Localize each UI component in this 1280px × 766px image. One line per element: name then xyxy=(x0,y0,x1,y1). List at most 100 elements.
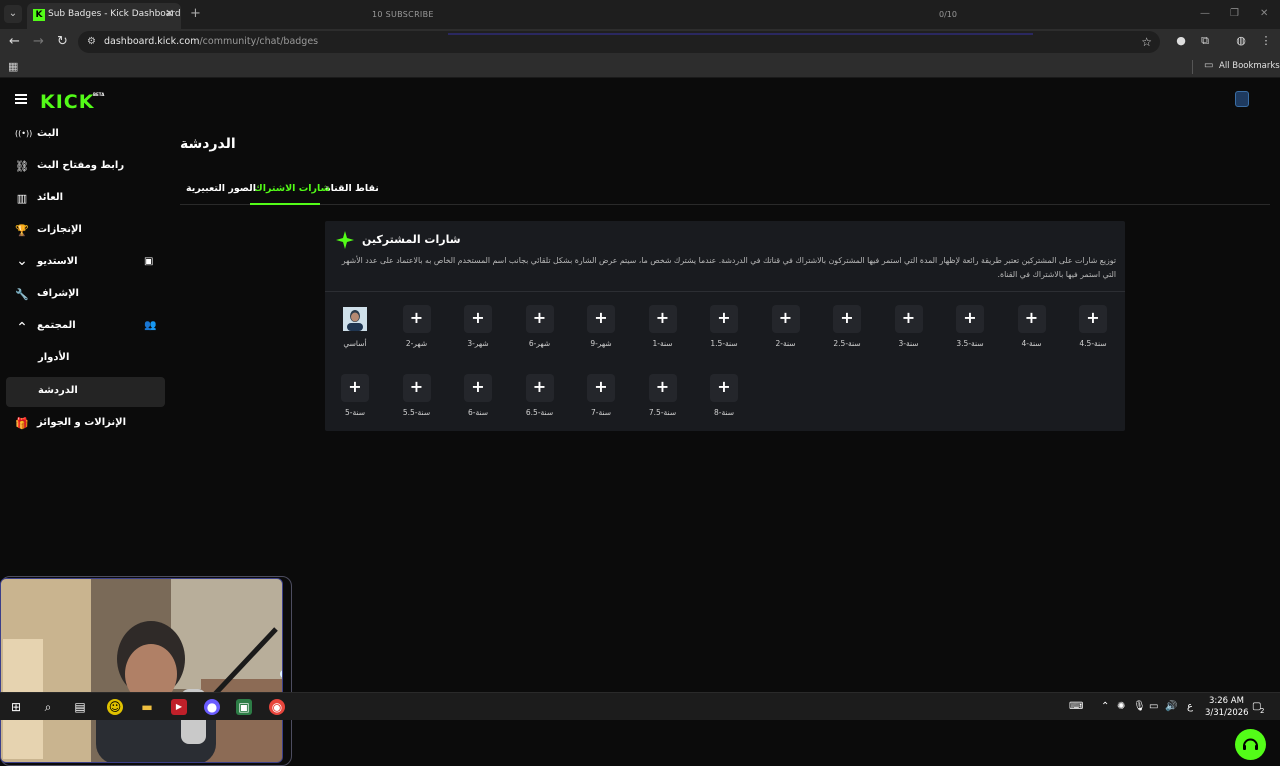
badge-slot[interactable]: +1.5-سنة xyxy=(694,305,754,357)
add-badge-button[interactable]: + xyxy=(1079,305,1107,333)
media-player-icon[interactable]: ▶ xyxy=(171,699,187,715)
chrome-icon[interactable]: ◉ xyxy=(269,699,285,715)
streaming-app-icon[interactable]: ● xyxy=(204,699,220,715)
add-badge-button[interactable]: + xyxy=(894,305,923,333)
reload-icon[interactable]: ↻ xyxy=(57,34,68,49)
tab-channel-points[interactable]: نقاط القناة xyxy=(325,183,379,194)
bookmark-star-icon[interactable]: ☆ xyxy=(1141,35,1152,49)
sidebar-item-chat[interactable]: الدردشة xyxy=(6,377,165,407)
extensions-puzzle-icon[interactable]: ⧉ xyxy=(1198,34,1212,48)
divider xyxy=(325,291,1125,292)
clock-time[interactable]: 3:26 AM xyxy=(1209,696,1244,706)
sidebar-item-revenue[interactable]: ▥ العائد xyxy=(6,184,165,214)
sidebar-item-stream[interactable]: ((•)) البث xyxy=(6,120,165,150)
badge-slot[interactable]: +5.5-سنة xyxy=(387,374,447,426)
keyboard-icon[interactable]: ⌨ xyxy=(1069,701,1083,712)
badge-slot[interactable]: +5-سنة xyxy=(325,374,385,426)
apps-grid-icon[interactable]: ▦ xyxy=(8,60,18,73)
extension-icon[interactable]: ● xyxy=(1174,34,1188,48)
menu-icon[interactable] xyxy=(15,94,27,104)
sidebar-item-stream-key[interactable]: ⛓ رابط ومفتاح البث xyxy=(6,152,165,182)
add-badge-button[interactable]: + xyxy=(587,374,615,402)
browser-tab[interactable]: K Sub Badges - Kick Dashboard ✕ xyxy=(27,3,181,29)
add-badge-button[interactable]: + xyxy=(833,305,861,333)
add-badge-button[interactable]: + xyxy=(1017,305,1046,333)
network-icon[interactable]: ▭ xyxy=(1149,701,1158,712)
add-badge-button[interactable]: + xyxy=(710,305,738,333)
badge-slot[interactable]: +8-سنة xyxy=(694,374,754,426)
all-bookmarks-link[interactable]: All Bookmarks xyxy=(1219,61,1280,71)
volume-icon[interactable]: 🔊 xyxy=(1165,701,1177,712)
badge-slot[interactable]: +6-سنة xyxy=(448,374,508,426)
tab-emotes[interactable]: الصور التعبيرية xyxy=(186,183,256,194)
profile-icon[interactable]: ◍ xyxy=(1234,34,1248,48)
sidebar-item-drops[interactable]: 🎁 الإنزالات و الجوائز xyxy=(6,409,165,439)
badge-slot[interactable]: +7-سنة xyxy=(571,374,631,426)
tab-search-icon[interactable]: ⌄ xyxy=(4,5,22,23)
badge-slot[interactable]: +4.5-سنة xyxy=(1063,305,1123,357)
support-chat-button[interactable] xyxy=(1235,729,1266,760)
badge-label: 9-شهر xyxy=(590,339,612,348)
badge-slot[interactable]: +7.5-سنة xyxy=(633,374,693,426)
site-info-icon[interactable]: ⚙ xyxy=(87,36,96,47)
sidebar-item-moderation[interactable]: 🔧 الإشراف xyxy=(6,280,165,310)
forward-icon[interactable]: → xyxy=(33,34,44,49)
plus-icon: + xyxy=(778,308,793,327)
add-badge-button[interactable]: + xyxy=(525,305,554,333)
sidebar-item-roles[interactable]: الأدوار xyxy=(6,344,165,374)
tab-sub-badges[interactable]: شارات الاشتراك xyxy=(254,183,330,194)
sidebar-item-achievements[interactable]: 🏆 الإنجازات xyxy=(6,216,165,246)
badge-slot[interactable]: أساسي xyxy=(325,305,385,357)
badge-slot[interactable]: +3.5-سنة xyxy=(940,305,1000,357)
file-explorer-icon[interactable]: ▬ xyxy=(139,699,155,715)
badge-slot[interactable]: +6-شهر xyxy=(510,305,570,357)
app-icon[interactable]: ☺ xyxy=(107,699,123,715)
add-badge-button[interactable]: + xyxy=(956,305,984,333)
badge-slot[interactable]: +2-سنة xyxy=(756,305,816,357)
url-input[interactable]: ⚙ dashboard.kick.com/community/chat/badg… xyxy=(78,31,1160,53)
restore-icon[interactable]: ❐ xyxy=(1230,8,1239,19)
minimize-icon[interactable]: — xyxy=(1200,8,1210,19)
badge-slot[interactable]: +1-سنة xyxy=(633,305,693,357)
add-badge-button[interactable]: + xyxy=(587,305,615,333)
add-badge-button[interactable]: + xyxy=(402,305,431,333)
add-badge-button[interactable]: + xyxy=(648,305,677,333)
sidebar-item-community[interactable]: ⌃ المجتمع 👥 xyxy=(6,312,165,342)
new-tab-button[interactable]: + xyxy=(190,6,201,21)
badge-image-slot[interactable] xyxy=(341,305,369,333)
badge-slot[interactable]: +6.5-سنة xyxy=(510,374,570,426)
badge-slot[interactable]: +2-شهر xyxy=(387,305,447,357)
windows-start-icon[interactable]: ⊞ xyxy=(8,699,24,715)
add-badge-button[interactable]: + xyxy=(341,374,369,402)
show-hidden-icons-icon[interactable]: ⌃ xyxy=(1101,701,1109,712)
avatar[interactable] xyxy=(1235,91,1249,107)
microphone-icon[interactable]: 🎙 xyxy=(1133,701,1146,712)
back-icon[interactable]: ← xyxy=(9,34,20,49)
subscribe-goal-text: 10 SUBSCRIBE xyxy=(372,10,434,19)
add-badge-button[interactable]: + xyxy=(402,374,431,402)
clock-date[interactable]: 3/31/2026 xyxy=(1205,708,1249,718)
window-close-icon[interactable]: ✕ xyxy=(1260,8,1268,19)
add-badge-button[interactable]: + xyxy=(464,305,492,333)
badge-slot[interactable]: +9-شهر xyxy=(571,305,631,357)
task-view-icon[interactable]: ▤ xyxy=(72,699,88,715)
chat-tabs: نقاط القناة شارات الاشتراك الصور التعبير… xyxy=(180,177,1270,205)
badge-slot[interactable]: +4-سنة xyxy=(1002,305,1062,357)
plus-icon: + xyxy=(655,377,670,396)
sidebar-item-studio[interactable]: ⌄ الاستديو ▣ xyxy=(6,248,165,278)
input-language[interactable]: ع xyxy=(1187,701,1193,712)
add-badge-button[interactable]: + xyxy=(648,374,677,402)
search-icon[interactable]: ⌕ xyxy=(40,699,56,715)
add-badge-button[interactable]: + xyxy=(525,374,554,402)
badge-slot[interactable]: +2.5-سنة xyxy=(817,305,877,357)
add-badge-button[interactable]: + xyxy=(464,374,492,402)
add-badge-button[interactable]: + xyxy=(710,374,738,402)
kick-app-icon[interactable]: ▣ xyxy=(236,699,252,715)
browser-menu-icon[interactable]: ⋮ xyxy=(1259,34,1273,48)
add-badge-button[interactable]: + xyxy=(771,305,800,333)
kick-logo[interactable]: KICK xyxy=(40,91,94,113)
settings-tray-icon[interactable]: ✺ xyxy=(1117,701,1125,712)
badge-slot[interactable]: +3-سنة xyxy=(879,305,939,357)
tab-close-icon[interactable]: ✕ xyxy=(165,7,174,20)
badge-slot[interactable]: +3-شهر xyxy=(448,305,508,357)
